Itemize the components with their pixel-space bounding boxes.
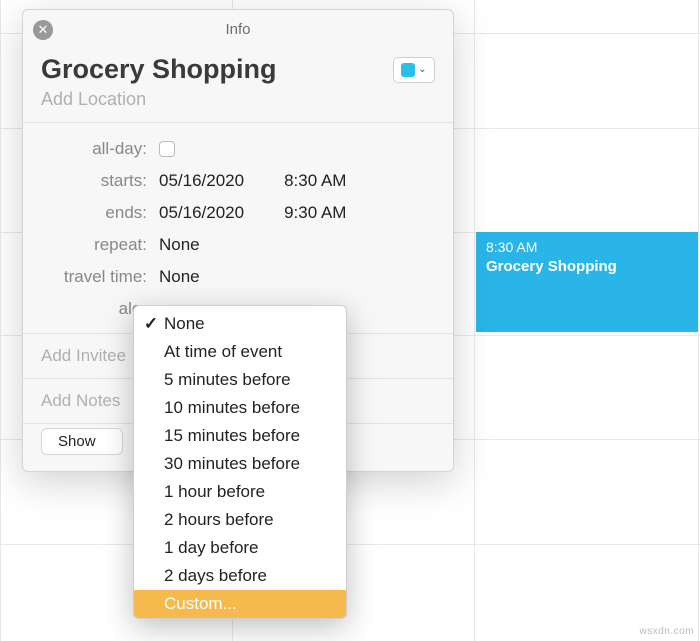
- ends-label: ends:: [41, 203, 147, 223]
- event-time: 8:30 AM: [486, 238, 688, 256]
- allday-label: all-day:: [41, 139, 147, 159]
- show-button[interactable]: Show: [41, 428, 123, 455]
- alert-option-2-days[interactable]: 2 days before: [134, 562, 346, 590]
- calendar-event[interactable]: 8:30 AM Grocery Shopping: [476, 232, 698, 332]
- close-icon: ✕: [38, 22, 49, 37]
- alert-option-label: 2 days before: [164, 566, 267, 586]
- alert-option-label: 10 minutes before: [164, 398, 300, 418]
- alert-option-1-hour[interactable]: 1 hour before: [134, 478, 346, 506]
- popover-title: Info: [225, 21, 250, 38]
- alert-option-label: 2 hours before: [164, 510, 274, 530]
- repeat-value[interactable]: None: [159, 235, 200, 255]
- gridline: [0, 544, 700, 545]
- starts-time[interactable]: 8:30 AM: [284, 171, 346, 191]
- alert-option-label: 1 hour before: [164, 482, 265, 502]
- travel-time-label: travel time:: [41, 267, 147, 287]
- alert-option-label: 1 day before: [164, 538, 259, 558]
- alert-option-label: At time of event: [164, 342, 282, 362]
- alert-option-label: 30 minutes before: [164, 454, 300, 474]
- alert-dropdown[interactable]: ✓ None At time of event 5 minutes before…: [133, 305, 347, 619]
- alert-option-label: Custom...: [164, 594, 237, 614]
- starts-label: starts:: [41, 171, 147, 191]
- event-title: Grocery Shopping: [486, 257, 688, 277]
- alert-option-label: None: [164, 314, 205, 334]
- allday-checkbox[interactable]: [159, 141, 175, 157]
- event-fields: all-day: starts: 05/16/2020 8:30 AM ends…: [23, 123, 453, 333]
- alert-option-label: 15 minutes before: [164, 426, 300, 446]
- alert-option-15-min[interactable]: 15 minutes before: [134, 422, 346, 450]
- alert-option-none[interactable]: ✓ None: [134, 310, 346, 338]
- chevron-down-icon: ⌄: [418, 64, 426, 75]
- alert-option-5-min[interactable]: 5 minutes before: [134, 366, 346, 394]
- event-title-input[interactable]: [41, 54, 361, 85]
- location-input[interactable]: [23, 87, 453, 122]
- popover-header: ✕ Info: [23, 10, 453, 50]
- calendar-swatch-icon: [401, 63, 415, 77]
- alert-option-30-min[interactable]: 30 minutes before: [134, 450, 346, 478]
- starts-date[interactable]: 05/16/2020: [159, 171, 244, 191]
- check-icon: ✓: [142, 314, 160, 334]
- alert-option-1-day[interactable]: 1 day before: [134, 534, 346, 562]
- alert-option-10-min[interactable]: 10 minutes before: [134, 394, 346, 422]
- ends-time[interactable]: 9:30 AM: [284, 203, 346, 223]
- watermark: wsxdn.com: [639, 626, 694, 637]
- alert-label: aler: [41, 299, 147, 319]
- alert-option-custom[interactable]: Custom...: [134, 590, 346, 618]
- repeat-label: repeat:: [41, 235, 147, 255]
- travel-time-value[interactable]: None: [159, 267, 200, 287]
- alert-option-label: 5 minutes before: [164, 370, 291, 390]
- close-button[interactable]: ✕: [33, 20, 53, 40]
- alert-option-at-time[interactable]: At time of event: [134, 338, 346, 366]
- alert-option-2-hours[interactable]: 2 hours before: [134, 506, 346, 534]
- calendar-color-picker[interactable]: ⌄: [393, 57, 435, 83]
- ends-date[interactable]: 05/16/2020: [159, 203, 244, 223]
